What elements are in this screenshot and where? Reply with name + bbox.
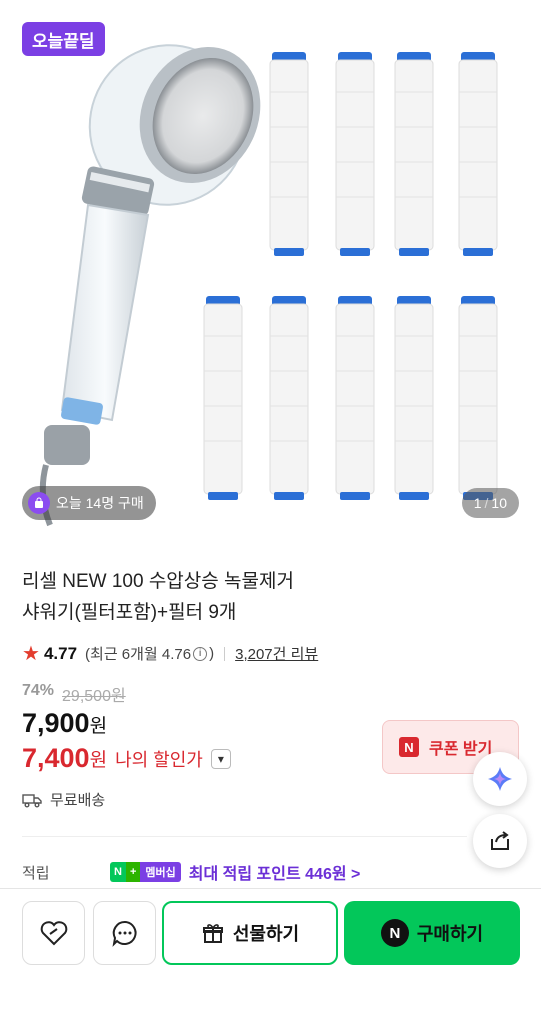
shopping-bag-icon: [28, 492, 50, 514]
naver-membership-badge: N + 멤버십: [110, 862, 181, 882]
rating-divider: [224, 646, 226, 661]
gift-button[interactable]: 선물하기: [162, 901, 338, 965]
recent-rating-close: ): [209, 645, 215, 662]
coupon-label: 쿠폰 받기: [429, 741, 493, 758]
shipping-label: 무료배송: [50, 792, 106, 809]
info-icon[interactable]: i: [193, 646, 208, 661]
product-title-line1: 리셀 NEW 100 수압상승 녹물제거: [22, 571, 294, 592]
np-plus: +: [125, 862, 141, 882]
talk-button[interactable]: [93, 901, 156, 965]
naver-pay-icon: N: [380, 919, 409, 947]
reviews-link[interactable]: 3,207건 리뷰: [235, 643, 318, 664]
chat-icon: [112, 920, 137, 947]
gallery-current: 1: [473, 495, 482, 511]
gallery-total: 10: [491, 495, 507, 511]
discount-percent: 74%: [22, 682, 55, 699]
my-price-label: 나의 할인가: [115, 749, 203, 770]
filter-cartridges-image: [203, 51, 498, 501]
star-icon: ★: [22, 643, 40, 665]
buy-button[interactable]: N 구매하기: [344, 901, 520, 965]
product-image-gallery[interactable]: 오늘끝딜 오늘 14명 구매 1 / 10: [0, 0, 541, 530]
heart-icon: [40, 921, 67, 946]
sale-price-value: 7,900: [22, 708, 90, 738]
recent-rating: (최근 6개월 4.76: [85, 646, 192, 663]
gallery-page-indicator: 1 / 10: [461, 488, 519, 518]
my-price-unit: 원: [89, 750, 108, 771]
chevron-down-icon[interactable]: ▾: [210, 748, 231, 769]
product-title: 리셀 NEW 100 수압상승 녹물제거 샤워기(필터포함)+필터 9개: [22, 566, 442, 628]
original-price: 29,500원: [62, 688, 126, 705]
ai-assistant-button[interactable]: [473, 752, 527, 806]
share-button[interactable]: [473, 814, 527, 868]
divider: [22, 836, 467, 837]
discount-row: 74% 29,500원: [22, 682, 126, 706]
my-discount-price[interactable]: 7,400 원 나의 할인가 ▾: [22, 743, 231, 774]
buy-count-text: 오늘 14명 구매: [56, 495, 144, 511]
truck-icon: [22, 793, 42, 807]
today-buy-count-badge: 오늘 14명 구매: [22, 486, 156, 520]
shipping-info: 무료배송: [22, 789, 105, 810]
np-n: N: [110, 862, 126, 882]
points-label: 적립: [22, 864, 50, 882]
points-row[interactable]: 적립 N + 멤버십 최대 적립 포인트 446원 >: [22, 860, 462, 884]
np-membership: 멤버십: [140, 862, 181, 882]
rating-row: ★ 4.77 (최근 6개월 4.76 i ) 3,207건 리뷰: [22, 641, 318, 666]
buy-label: 구매하기: [416, 924, 484, 944]
product-title-line2: 샤워기(필터포함)+필터 9개: [22, 602, 237, 623]
gift-icon: [202, 924, 223, 943]
bottom-action-bar: 선물하기 N 구매하기: [0, 888, 541, 1024]
sale-price: 7,900원: [22, 708, 107, 739]
max-points-text: 최대 적립 포인트 446원 >: [188, 866, 361, 883]
rating-score: 4.77: [43, 643, 78, 663]
gallery-separator: /: [484, 495, 489, 511]
my-price-value: 7,400: [22, 743, 90, 773]
naver-n-icon: N: [399, 737, 419, 757]
gift-label: 선물하기: [232, 924, 300, 944]
share-icon: [491, 831, 509, 850]
like-button[interactable]: [22, 901, 85, 965]
ai-assistant-icon: [488, 767, 512, 791]
sale-price-unit: 원: [89, 716, 108, 737]
